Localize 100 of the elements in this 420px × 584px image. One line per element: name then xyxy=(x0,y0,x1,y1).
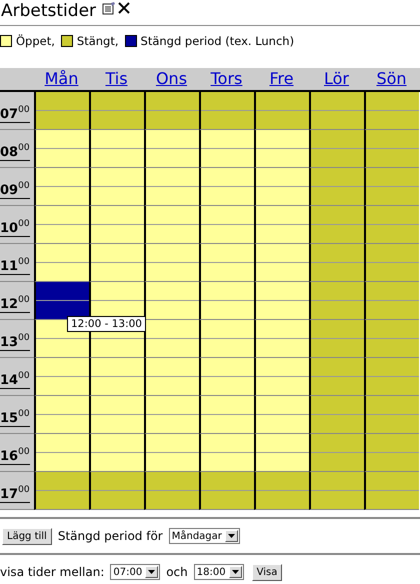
day-link[interactable]: Lör xyxy=(309,68,364,90)
day-link[interactable]: Fre xyxy=(254,68,309,90)
time-slot[interactable] xyxy=(144,244,199,282)
close-icon[interactable] xyxy=(118,2,130,14)
time-slot[interactable] xyxy=(309,168,364,206)
time-slot[interactable] xyxy=(199,206,254,244)
time-slot[interactable] xyxy=(364,206,419,244)
time-slot[interactable] xyxy=(364,434,419,472)
time-slot[interactable] xyxy=(254,282,309,320)
time-slot[interactable] xyxy=(34,92,89,130)
time-slot[interactable] xyxy=(144,434,199,472)
day-link[interactable]: Sön xyxy=(364,68,419,90)
time-slot[interactable] xyxy=(309,358,364,396)
time-slot[interactable] xyxy=(254,130,309,168)
time-slot[interactable] xyxy=(34,168,89,206)
time-slot[interactable] xyxy=(89,92,144,130)
time-slot[interactable] xyxy=(364,130,419,168)
time-slot[interactable] xyxy=(309,472,364,510)
time-slot[interactable] xyxy=(34,244,89,282)
time-slot[interactable] xyxy=(309,396,364,434)
time-slot[interactable] xyxy=(364,396,419,434)
time-slot[interactable] xyxy=(199,320,254,358)
time-slot[interactable] xyxy=(144,206,199,244)
time-slot[interactable] xyxy=(144,282,199,320)
time-slot[interactable] xyxy=(364,244,419,282)
time-slot[interactable] xyxy=(89,168,144,206)
time-slot[interactable] xyxy=(254,434,309,472)
hour-label: 12$^{00}$ xyxy=(0,292,30,312)
time-slot[interactable] xyxy=(89,472,144,510)
time-slot[interactable] xyxy=(89,130,144,168)
time-slot[interactable] xyxy=(309,206,364,244)
time-slot[interactable] xyxy=(144,92,199,130)
time-slot[interactable] xyxy=(309,92,364,130)
time-slot[interactable] xyxy=(309,320,364,358)
time-slot[interactable] xyxy=(34,282,89,320)
time-slot[interactable] xyxy=(34,206,89,244)
from-select[interactable]: 07:00 xyxy=(110,564,160,580)
time-slot[interactable] xyxy=(364,320,419,358)
time-slot[interactable] xyxy=(199,282,254,320)
time-slot[interactable] xyxy=(199,434,254,472)
hour-label: 07$^{00}$ xyxy=(0,102,30,122)
hour-label: 13$^{00}$ xyxy=(0,330,30,350)
time-slot[interactable] xyxy=(254,92,309,130)
day-link[interactable]: Tis xyxy=(89,68,144,90)
time-slot[interactable] xyxy=(144,168,199,206)
time-slot[interactable] xyxy=(144,130,199,168)
hour-label: 16$^{00}$ xyxy=(0,444,30,464)
dropdown-arrow-icon[interactable] xyxy=(228,534,235,538)
time-slot[interactable] xyxy=(364,168,419,206)
time-slot[interactable] xyxy=(199,92,254,130)
time-slot[interactable] xyxy=(34,396,89,434)
legend-label: Öppet, xyxy=(16,34,55,48)
time-slot[interactable] xyxy=(89,396,144,434)
time-slot[interactable] xyxy=(364,282,419,320)
time-slot[interactable] xyxy=(254,320,309,358)
add-button[interactable]: Lägg till xyxy=(2,528,52,544)
time-slot[interactable] xyxy=(89,206,144,244)
time-slot[interactable] xyxy=(199,358,254,396)
show-button[interactable]: Visa xyxy=(252,564,282,580)
time-slot[interactable] xyxy=(34,472,89,510)
time-slot[interactable] xyxy=(309,244,364,282)
time-slot[interactable] xyxy=(254,472,309,510)
time-slot[interactable] xyxy=(254,358,309,396)
hour-label: 17$^{00}$ xyxy=(0,482,30,502)
time-slot[interactable] xyxy=(199,472,254,510)
day-link[interactable]: Mån xyxy=(34,68,89,90)
time-slot[interactable] xyxy=(144,396,199,434)
time-slot[interactable] xyxy=(309,434,364,472)
time-slot[interactable] xyxy=(364,358,419,396)
time-slot[interactable] xyxy=(254,396,309,434)
time-slot[interactable] xyxy=(199,396,254,434)
time-slot[interactable] xyxy=(199,168,254,206)
time-slot[interactable] xyxy=(254,244,309,282)
hour-label: 14$^{00}$ xyxy=(0,368,30,388)
time-slot[interactable] xyxy=(89,434,144,472)
time-slot[interactable] xyxy=(254,168,309,206)
period-select[interactable]: Måndagar xyxy=(168,528,240,544)
dropdown-arrow-icon[interactable] xyxy=(232,570,239,574)
time-slot[interactable] xyxy=(89,358,144,396)
time-slot[interactable] xyxy=(309,282,364,320)
time-slot[interactable] xyxy=(34,130,89,168)
time-slot[interactable] xyxy=(364,92,419,130)
time-slot[interactable] xyxy=(34,434,89,472)
range-label: visa tider mellan: xyxy=(0,565,104,579)
time-slot[interactable] xyxy=(144,472,199,510)
time-slot[interactable] xyxy=(144,358,199,396)
time-slot[interactable] xyxy=(199,130,254,168)
edit-icon[interactable] xyxy=(102,2,116,15)
hour-label: 11$^{00}$ xyxy=(0,254,30,274)
dropdown-arrow-icon[interactable] xyxy=(148,570,156,574)
to-select[interactable]: 18:00 xyxy=(194,564,244,580)
time-slot[interactable] xyxy=(199,244,254,282)
time-slot[interactable] xyxy=(89,244,144,282)
time-slot[interactable] xyxy=(364,472,419,510)
day-link[interactable]: Tors xyxy=(199,68,254,90)
time-slot[interactable] xyxy=(34,358,89,396)
time-slot[interactable] xyxy=(254,206,309,244)
time-slot[interactable] xyxy=(309,130,364,168)
day-link[interactable]: Ons xyxy=(144,68,199,90)
time-slot[interactable] xyxy=(144,320,199,358)
